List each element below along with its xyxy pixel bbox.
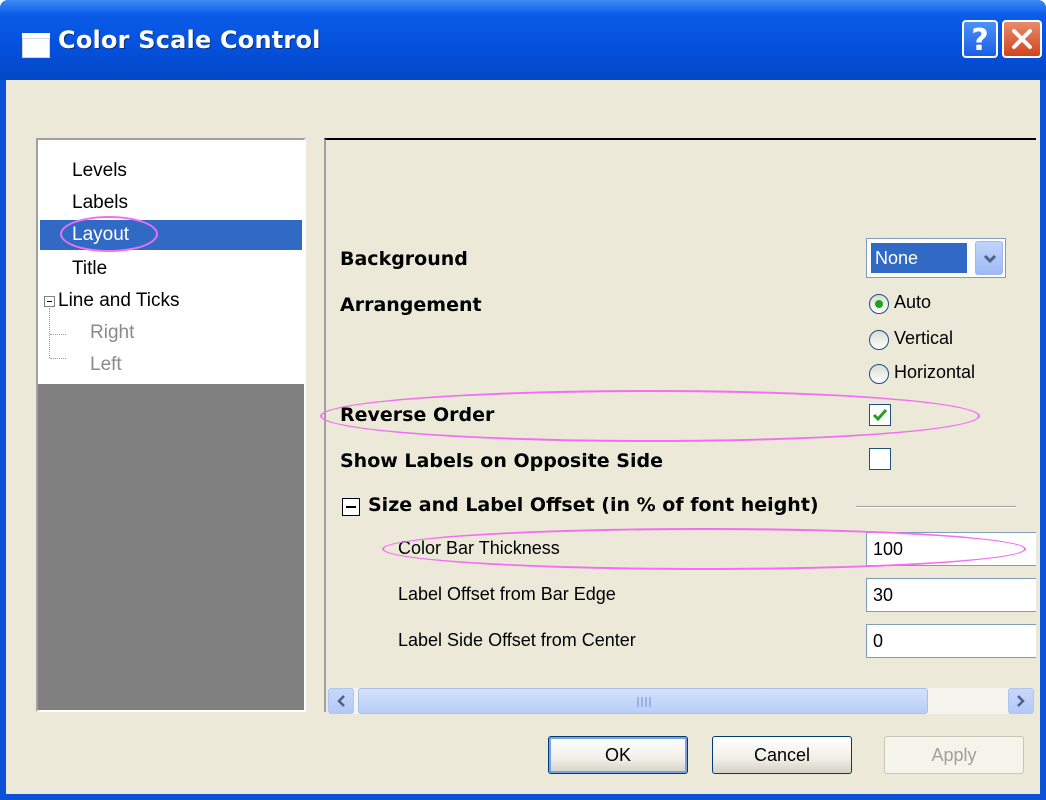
scroll-thumb[interactable] (358, 688, 928, 714)
apply-button[interactable]: Apply (884, 736, 1024, 774)
dropdown-button[interactable] (975, 241, 1003, 275)
tree-item-line-and-ticks[interactable]: Line and Ticks (58, 290, 179, 312)
arrangement-auto-label[interactable]: Auto (894, 292, 931, 313)
section-title: Size and Label Offset (in % of font heig… (368, 494, 819, 516)
annotation-ellipse (320, 390, 980, 442)
arrangement-vertical-radio[interactable] (869, 330, 889, 350)
label-side-offset-label: Label Side Offset from Center (398, 630, 636, 650)
category-tree[interactable]: Levels Labels Layout Title Line and Tick… (36, 138, 306, 712)
arrangement-horizontal-label[interactable]: Horizontal (894, 362, 975, 383)
tree-connector-line (49, 308, 50, 358)
arrangement-label: Arrangement (340, 294, 482, 316)
title-bar[interactable]: Color Scale Control ? (0, 0, 1046, 80)
tree-item-labels[interactable]: Labels (72, 192, 128, 214)
tree-item-levels[interactable]: Levels (72, 160, 127, 182)
tree-item-left[interactable]: Left (90, 354, 122, 376)
chevron-down-icon (983, 254, 997, 264)
help-button[interactable]: ? (962, 20, 998, 58)
scroll-left-button[interactable] (328, 688, 354, 714)
show-labels-opposite-label: Show Labels on Opposite Side (340, 450, 663, 472)
section-collapse-icon[interactable] (342, 498, 360, 516)
tree-item-title[interactable]: Title (72, 258, 107, 280)
layout-panel: Background None Arrangement Auto Vertica… (320, 138, 1036, 714)
arrangement-vertical-label[interactable]: Vertical (894, 328, 953, 349)
arrow-right-icon (1017, 695, 1025, 707)
arrangement-horizontal-radio[interactable] (869, 364, 889, 384)
ok-button[interactable]: OK (548, 736, 688, 774)
annotation-ellipse (382, 528, 1026, 570)
tree-connector-line (50, 334, 66, 335)
show-labels-opposite-checkbox[interactable] (869, 448, 891, 470)
scroll-right-button[interactable] (1008, 688, 1034, 714)
scroll-grip-icon (637, 697, 651, 707)
background-selected-value: None (871, 243, 967, 273)
tree-item-right[interactable]: Right (90, 322, 134, 344)
label-offset-from-bar-edge-label: Label Offset from Bar Edge (398, 584, 616, 604)
window-title: Color Scale Control (58, 26, 321, 54)
label-side-offset-input[interactable]: 0 (866, 624, 1036, 658)
dialog-body: Levels Labels Layout Title Line and Tick… (6, 80, 1040, 794)
cancel-button[interactable]: Cancel (712, 736, 852, 774)
tree-collapse-icon[interactable] (44, 296, 55, 307)
label-offset-from-bar-edge-input[interactable]: 30 (866, 578, 1036, 612)
window-icon (22, 33, 50, 58)
background-label: Background (340, 248, 468, 270)
dialog-window: Color Scale Control ? Levels Labels Layo… (0, 0, 1046, 800)
section-separator (856, 506, 1016, 508)
arrangement-auto-radio[interactable] (869, 294, 889, 314)
horizontal-scrollbar[interactable] (328, 688, 1034, 714)
arrow-left-icon (337, 695, 345, 707)
close-button[interactable] (1002, 20, 1042, 58)
background-select[interactable]: None (866, 238, 1006, 278)
close-icon (1012, 29, 1032, 49)
annotation-ellipse (60, 216, 158, 252)
tree-connector-line (50, 358, 66, 359)
